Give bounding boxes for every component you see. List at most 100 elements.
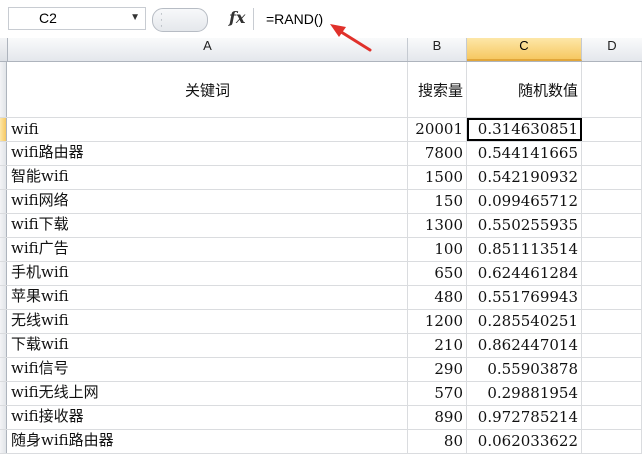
keyword-cell-value: 下载wifi: [11, 335, 69, 353]
empty-cell[interactable]: [582, 358, 642, 381]
keyword-cell[interactable]: 随身wifi路由器: [8, 430, 408, 453]
empty-cell[interactable]: [582, 430, 642, 453]
random-value-cell[interactable]: 0.285540251: [467, 310, 582, 333]
row-header[interactable]: [0, 214, 7, 237]
empty-cell[interactable]: [582, 62, 642, 117]
random-value-cell[interactable]: 0.29881954: [467, 382, 582, 405]
table-row: 苹果wifi 480 0.551769943: [0, 286, 642, 310]
volume-cell[interactable]: 1200: [408, 310, 467, 333]
empty-cell[interactable]: [582, 190, 642, 213]
row-header[interactable]: [0, 262, 7, 285]
row-header[interactable]: [0, 62, 7, 117]
volume-cell-value: 480: [434, 288, 463, 306]
empty-cell[interactable]: [582, 382, 642, 405]
volume-cell[interactable]: 7800: [408, 142, 467, 165]
volume-cell[interactable]: 150: [408, 190, 467, 213]
volume-cell[interactable]: 80: [408, 430, 467, 453]
volume-cell[interactable]: 1300: [408, 214, 467, 237]
keyword-cell[interactable]: wifi无线上网: [8, 382, 408, 405]
empty-cell[interactable]: [582, 166, 642, 189]
random-value-cell[interactable]: 0.314630851: [467, 118, 582, 141]
empty-cell[interactable]: [582, 286, 642, 309]
empty-cell[interactable]: [582, 406, 642, 429]
column-header-c[interactable]: C: [467, 38, 582, 61]
random-value-cell[interactable]: 0.972785214: [467, 406, 582, 429]
random-value-cell[interactable]: 0.862447014: [467, 334, 582, 357]
keyword-cell[interactable]: wifi下载: [8, 214, 408, 237]
name-box[interactable]: C2 ▼: [8, 7, 146, 30]
keyword-cell[interactable]: 无线wifi: [8, 310, 408, 333]
volume-cell[interactable]: 290: [408, 358, 467, 381]
random-value-cell-value: 0.099465712: [477, 192, 578, 210]
random-value-cell[interactable]: 0.55903878: [467, 358, 582, 381]
random-value-cell-value: 0.550255935: [477, 216, 578, 234]
header-cell-volume-value: 搜索量: [417, 81, 463, 99]
chevron-down-icon[interactable]: ▼: [130, 12, 140, 23]
formula-text: =RAND(): [266, 11, 324, 27]
keyword-cell[interactable]: 手机wifi: [8, 262, 408, 285]
row-header[interactable]: [0, 118, 7, 141]
header-cell-random[interactable]: 随机数值: [467, 62, 582, 117]
random-value-cell[interactable]: 0.062033622: [467, 430, 582, 453]
row-header[interactable]: [0, 334, 7, 357]
empty-cell[interactable]: [582, 310, 642, 333]
row-header[interactable]: [0, 286, 7, 309]
row-header[interactable]: [0, 166, 7, 189]
keyword-cell[interactable]: 智能wifi: [8, 166, 408, 189]
empty-cell[interactable]: [582, 262, 642, 285]
row-header[interactable]: [0, 190, 7, 213]
volume-cell-value: 1300: [424, 216, 463, 234]
header-cell-keyword[interactable]: 关键词: [8, 62, 408, 117]
row-header[interactable]: [0, 382, 7, 405]
volume-cell-value: 1500: [424, 168, 463, 186]
empty-cell[interactable]: [582, 214, 642, 237]
empty-cell[interactable]: [582, 238, 642, 261]
random-value-cell[interactable]: 0.542190932: [467, 166, 582, 189]
random-value-cell[interactable]: 0.551769943: [467, 286, 582, 309]
keyword-cell[interactable]: wifi网络: [8, 190, 408, 213]
row-header[interactable]: [0, 430, 7, 453]
volume-cell[interactable]: 650: [408, 262, 467, 285]
table-header-row: 关键词 搜索量 随机数值: [0, 62, 642, 118]
volume-cell[interactable]: 890: [408, 406, 467, 429]
row-header[interactable]: [0, 310, 7, 333]
volume-cell[interactable]: 1500: [408, 166, 467, 189]
keyword-cell[interactable]: wifi路由器: [8, 142, 408, 165]
table-row: wifi无线上网 570 0.29881954: [0, 382, 642, 406]
select-all-corner[interactable]: [0, 38, 8, 61]
insert-function-icon[interactable]: fx: [229, 8, 245, 27]
random-value-cell[interactable]: 0.099465712: [467, 190, 582, 213]
table-row: 随身wifi路由器 80 0.062033622: [0, 430, 642, 454]
empty-cell[interactable]: [582, 118, 642, 141]
volume-cell[interactable]: 570: [408, 382, 467, 405]
random-value-cell[interactable]: 0.550255935: [467, 214, 582, 237]
empty-cell[interactable]: [582, 334, 642, 357]
table-row: wifi接收器 890 0.972785214: [0, 406, 642, 430]
keyword-cell[interactable]: wifi信号: [8, 358, 408, 381]
row-header[interactable]: [0, 238, 7, 261]
volume-cell[interactable]: 210: [408, 334, 467, 357]
random-value-cell[interactable]: 0.624461284: [467, 262, 582, 285]
row-header[interactable]: [0, 358, 7, 381]
keyword-cell[interactable]: 下载wifi: [8, 334, 408, 357]
formula-input[interactable]: =RAND(): [253, 8, 642, 30]
volume-cell[interactable]: 480: [408, 286, 467, 309]
volume-cell[interactable]: 20001: [408, 118, 467, 141]
keyword-cell[interactable]: wifi广告: [8, 238, 408, 261]
volume-cell[interactable]: 100: [408, 238, 467, 261]
keyword-cell[interactable]: wifi: [8, 118, 408, 141]
keyword-cell[interactable]: 苹果wifi: [8, 286, 408, 309]
keyword-cell[interactable]: wifi接收器: [8, 406, 408, 429]
row-header[interactable]: [0, 142, 7, 165]
random-value-cell[interactable]: 0.544141665: [467, 142, 582, 165]
column-header-d[interactable]: D: [582, 38, 642, 61]
random-value-cell-value: 0.851113514: [477, 240, 578, 258]
row-header[interactable]: [0, 406, 7, 429]
column-header-a[interactable]: A: [8, 38, 408, 61]
random-value-cell[interactable]: 0.851113514: [467, 238, 582, 261]
table-row: wifi广告 100 0.851113514: [0, 238, 642, 262]
header-cell-volume[interactable]: 搜索量: [408, 62, 467, 117]
empty-cell[interactable]: [582, 142, 642, 165]
column-header-b[interactable]: B: [408, 38, 467, 61]
formula-bar-splitter[interactable]: · · ·: [152, 8, 208, 32]
